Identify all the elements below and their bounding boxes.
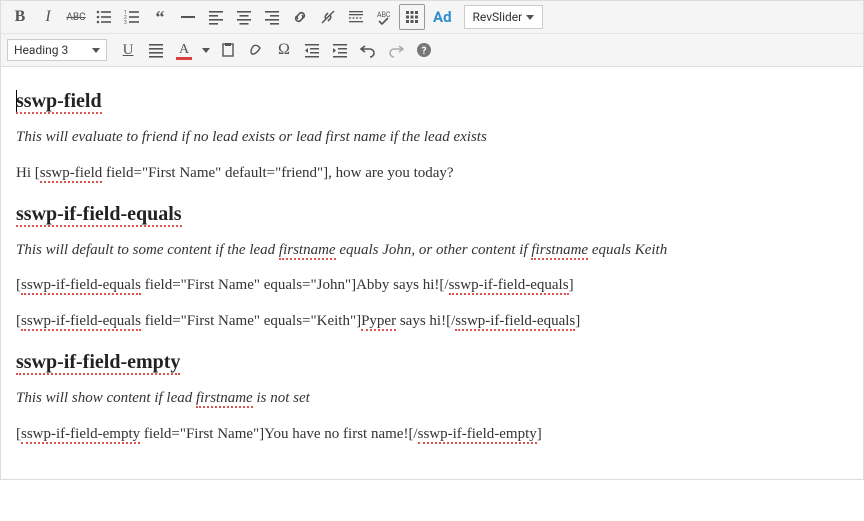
paragraph: Hi [sswp-field field="First Name" defaul… bbox=[16, 163, 848, 185]
svg-text:?: ? bbox=[422, 46, 427, 57]
hr-button[interactable] bbox=[175, 4, 201, 30]
ad-button[interactable]: Ad bbox=[427, 8, 458, 26]
paste-text-button[interactable] bbox=[215, 37, 241, 63]
blockquote-button[interactable]: “ bbox=[147, 4, 173, 30]
editor-container: B I ABC 123 “ ABC Ad RevSlider Heading 3… bbox=[0, 0, 864, 480]
svg-text:3: 3 bbox=[124, 20, 127, 25]
bullet-list-button[interactable] bbox=[91, 4, 117, 30]
indent-button[interactable] bbox=[327, 37, 353, 63]
heading-sswp-if-field-equals: sswp-if-field-equals bbox=[16, 203, 848, 226]
bold-button[interactable]: B bbox=[7, 4, 33, 30]
align-left-button[interactable] bbox=[203, 4, 229, 30]
paragraph: [sswp-if-field-equals field="First Name"… bbox=[16, 275, 848, 297]
underline-button[interactable]: U bbox=[115, 37, 141, 63]
heading-sswp-if-field-empty: sswp-if-field-empty bbox=[16, 351, 848, 374]
redo-button[interactable] bbox=[383, 37, 409, 63]
editor-toolbar: B I ABC 123 “ ABC Ad RevSlider Heading 3… bbox=[0, 0, 864, 67]
chevron-down-icon bbox=[202, 48, 210, 53]
italic-button[interactable]: I bbox=[35, 4, 61, 30]
text-color-arrow[interactable] bbox=[199, 37, 213, 63]
format-select[interactable]: Heading 3 bbox=[7, 39, 107, 61]
align-center-button[interactable] bbox=[231, 4, 257, 30]
strikethrough-button[interactable]: ABC bbox=[63, 4, 89, 30]
help-button[interactable]: ? bbox=[411, 37, 437, 63]
undo-button[interactable] bbox=[355, 37, 381, 63]
align-right-button[interactable] bbox=[259, 4, 285, 30]
link-button[interactable] bbox=[287, 4, 313, 30]
numbered-list-button[interactable]: 123 bbox=[119, 4, 145, 30]
revslider-label: RevSlider bbox=[473, 10, 523, 24]
format-select-label: Heading 3 bbox=[14, 43, 68, 57]
svg-text:ABC: ABC bbox=[377, 11, 391, 19]
heading-sswp-field: sswp-field bbox=[16, 90, 848, 113]
revslider-dropdown[interactable]: RevSlider bbox=[464, 5, 544, 29]
chevron-down-icon bbox=[526, 15, 534, 20]
toolbar-row-1: B I ABC 123 “ ABC Ad RevSlider bbox=[1, 1, 863, 34]
chevron-down-icon bbox=[92, 48, 100, 53]
paragraph: This will show content if lead firstname… bbox=[16, 388, 848, 410]
kitchen-sink-button[interactable] bbox=[399, 4, 425, 30]
paragraph: This will evaluate to friend if no lead … bbox=[16, 127, 848, 149]
unlink-button[interactable] bbox=[315, 4, 341, 30]
read-more-button[interactable] bbox=[343, 4, 369, 30]
align-justify-button[interactable] bbox=[143, 37, 169, 63]
toolbar-row-2: Heading 3 U A Ω ? bbox=[1, 34, 863, 66]
paragraph: [sswp-if-field-empty field="First Name"]… bbox=[16, 424, 848, 446]
spellcheck-button[interactable]: ABC bbox=[371, 4, 397, 30]
text-color-button[interactable]: A bbox=[171, 37, 197, 63]
editor-content[interactable]: sswp-field This will evaluate to friend … bbox=[0, 67, 864, 480]
outdent-button[interactable] bbox=[299, 37, 325, 63]
special-char-button[interactable]: Ω bbox=[271, 37, 297, 63]
paragraph: [sswp-if-field-equals field="First Name"… bbox=[16, 311, 848, 333]
paragraph: This will default to some content if the… bbox=[16, 240, 848, 262]
clear-format-button[interactable] bbox=[243, 37, 269, 63]
